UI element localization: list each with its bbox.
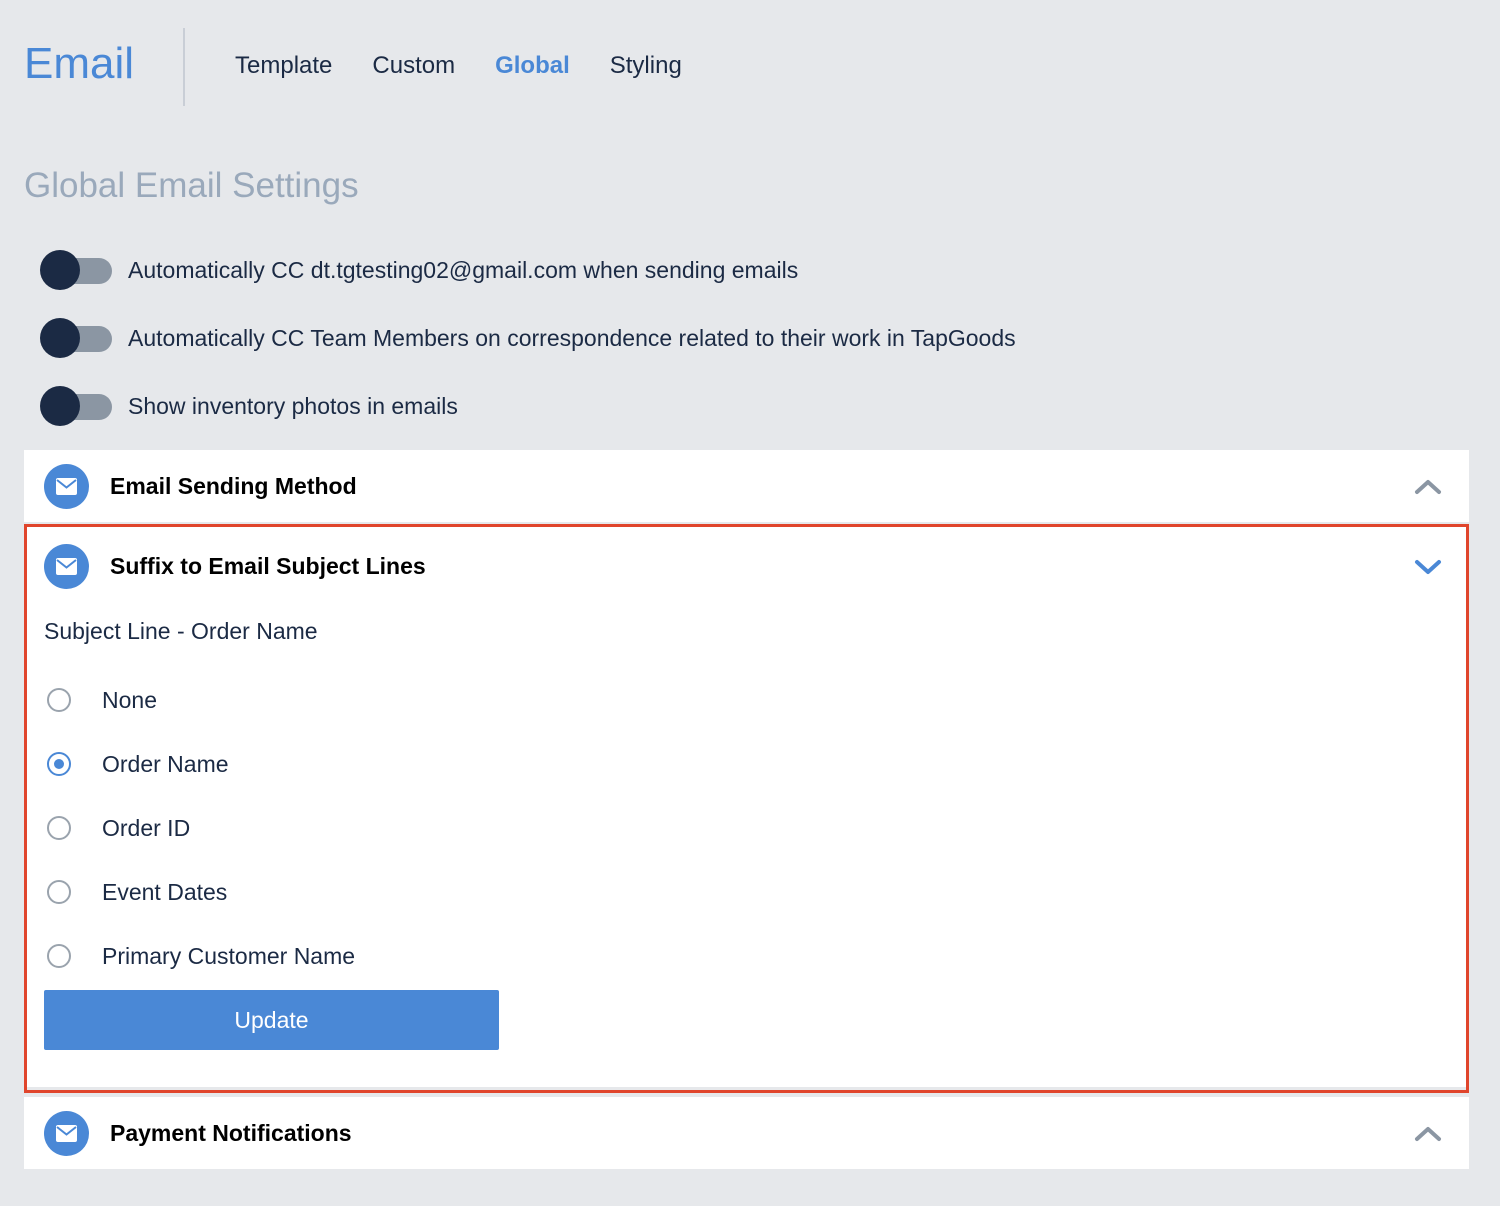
toggle-knob — [40, 386, 80, 426]
tab-global[interactable]: Global — [495, 50, 570, 82]
highlight-frame — [24, 524, 1469, 1093]
panel-header-email-sending-method[interactable]: Email Sending Method — [24, 450, 1469, 522]
toggle-knob — [40, 318, 80, 358]
chevron-up-icon[interactable] — [1413, 472, 1443, 500]
panel-email-sending-method: Email Sending Method — [24, 450, 1469, 522]
cc-email-toggle-label: Automatically CC dt.tgtesting02@gmail.co… — [128, 256, 799, 283]
panel-header-payment-notifications[interactable]: Payment Notifications — [24, 1097, 1469, 1169]
inventory-photos-toggle-label: Show inventory photos in emails — [128, 392, 458, 419]
tab-template[interactable]: Template — [235, 50, 332, 82]
cc-team-toggle-label: Automatically CC Team Members on corresp… — [128, 324, 1016, 351]
panel-payment-notifications: Payment Notifications — [24, 1097, 1469, 1169]
cc-email-toggle[interactable] — [40, 249, 112, 291]
tab-nav: Template Custom Global Styling — [235, 50, 682, 82]
tab-custom[interactable]: Custom — [372, 50, 455, 82]
mail-icon — [44, 1111, 89, 1156]
panel-title: Email Sending Method — [110, 473, 357, 499]
header-divider — [183, 28, 185, 106]
toggle-row-cc-team: Automatically CC Team Members on corresp… — [40, 317, 1016, 359]
tab-styling[interactable]: Styling — [610, 50, 682, 82]
section-title: Global Email Settings — [24, 166, 359, 205]
page-header: Email Template Custom Global Styling — [0, 0, 1500, 130]
inventory-photos-toggle[interactable] — [40, 385, 112, 427]
mail-icon — [44, 464, 89, 509]
chevron-up-icon[interactable] — [1413, 1119, 1443, 1147]
toggle-knob — [40, 250, 80, 290]
panel-title: Payment Notifications — [110, 1120, 352, 1146]
toggle-row-inventory-photos: Show inventory photos in emails — [40, 385, 458, 427]
cc-team-toggle[interactable] — [40, 317, 112, 359]
app-title: Email — [24, 39, 135, 88]
toggle-row-cc-email: Automatically CC dt.tgtesting02@gmail.co… — [40, 249, 798, 291]
